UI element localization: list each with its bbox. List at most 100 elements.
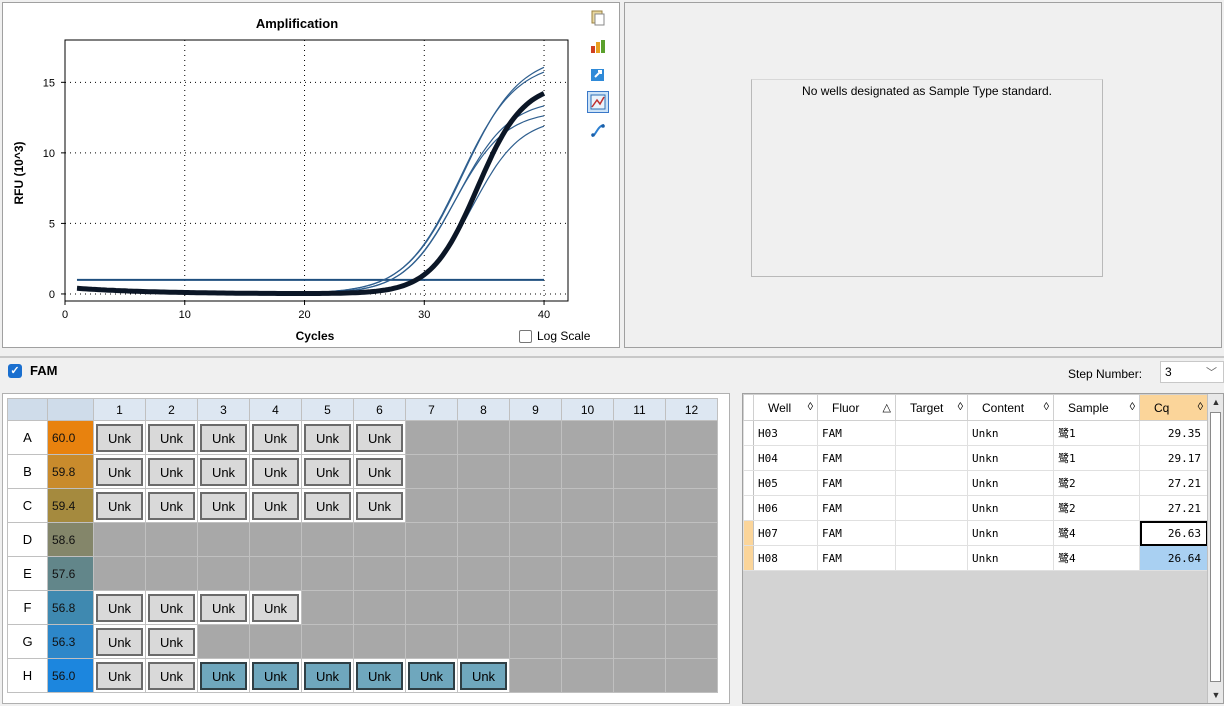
plate-well[interactable]: Unk	[93, 590, 146, 625]
plate-column-header[interactable]: 1	[93, 398, 146, 421]
plate-well[interactable]	[665, 658, 718, 693]
cell-cq[interactable]: 26.63	[1139, 520, 1208, 546]
row-selector[interactable]	[743, 420, 754, 446]
row-selector[interactable]	[743, 495, 754, 521]
plate-well[interactable]	[665, 624, 718, 659]
results-scrollbar[interactable]: ▲ ▼	[1207, 394, 1223, 703]
plate-well[interactable]	[613, 454, 666, 489]
plate-well[interactable]: Unk	[249, 420, 302, 455]
plate-corner[interactable]	[7, 398, 48, 421]
plate-well[interactable]	[457, 590, 510, 625]
plate-well[interactable]: Unk	[197, 454, 250, 489]
plate-well[interactable]: Unk	[93, 488, 146, 523]
plate-well[interactable]: Unk	[93, 624, 146, 659]
plate-column-header[interactable]: 5	[301, 398, 354, 421]
plate-well[interactable]	[509, 488, 562, 523]
cell-sample[interactable]: 鹭1	[1053, 445, 1140, 471]
plate-well[interactable]: Unk	[301, 420, 354, 455]
cell-content[interactable]: Unkn	[967, 420, 1054, 446]
plate-row-header[interactable]: D	[7, 522, 48, 557]
plate-well[interactable]: Unk	[353, 488, 406, 523]
cell-fluor[interactable]: FAM	[817, 445, 896, 471]
cell-well[interactable]: H06	[753, 495, 818, 521]
plate-well[interactable]: Unk	[93, 454, 146, 489]
plate-well[interactable]: Unk	[301, 454, 354, 489]
plate-well[interactable]: Unk	[353, 454, 406, 489]
cell-cq[interactable]: 27.21	[1139, 495, 1208, 521]
plate-column-header[interactable]: 4	[249, 398, 302, 421]
plate-well[interactable]	[145, 556, 198, 591]
step-number-select[interactable]: 3 ﹀	[1160, 361, 1224, 383]
zoom-chart-icon[interactable]	[587, 91, 609, 113]
plate-column-header[interactable]: 6	[353, 398, 406, 421]
plate-well[interactable]	[561, 658, 614, 693]
plate-column-header[interactable]: 12	[665, 398, 718, 421]
cell-well[interactable]: H03	[753, 420, 818, 446]
cell-fluor[interactable]: FAM	[817, 545, 896, 571]
plate-well[interactable]	[353, 556, 406, 591]
plate-well[interactable]	[613, 590, 666, 625]
table-row[interactable]: H04 FAM Unkn 鹭1 29.17	[743, 445, 1208, 471]
plate-row-header[interactable]: C	[7, 488, 48, 523]
cell-content[interactable]: Unkn	[967, 470, 1054, 496]
copy-icon[interactable]	[587, 7, 609, 29]
table-row[interactable]: H06 FAM Unkn 鹭2 27.21	[743, 495, 1208, 521]
cell-sample[interactable]: 鹭4	[1053, 520, 1140, 546]
plate-well[interactable]	[197, 522, 250, 557]
plate-well[interactable]: Unk	[93, 420, 146, 455]
plate-well[interactable]	[457, 556, 510, 591]
cell-sample[interactable]: 鹭2	[1053, 495, 1140, 521]
col-header-fluor[interactable]: Fluor △	[817, 394, 896, 421]
plate-well[interactable]	[509, 522, 562, 557]
cell-sample[interactable]: 鹭1	[1053, 420, 1140, 446]
plate-well[interactable]	[561, 624, 614, 659]
plate-well[interactable]: Unk	[197, 488, 250, 523]
plate-column-header[interactable]: 10	[561, 398, 614, 421]
cell-content[interactable]: Unkn	[967, 445, 1054, 471]
plate-well[interactable]: Unk	[353, 420, 406, 455]
plate-well[interactable]: Unk	[249, 488, 302, 523]
table-row[interactable]: H08 FAM Unkn 鹭4 26.64	[743, 545, 1208, 571]
plate-well[interactable]: Unk	[457, 658, 510, 693]
plate-well[interactable]	[405, 556, 458, 591]
row-selector[interactable]	[743, 470, 754, 496]
plate-well[interactable]	[561, 590, 614, 625]
export-icon[interactable]	[587, 63, 609, 85]
plate-well[interactable]	[353, 590, 406, 625]
cell-cq[interactable]: 29.17	[1139, 445, 1208, 471]
plate-row-header[interactable]: H	[7, 658, 48, 693]
plate-well[interactable]	[561, 454, 614, 489]
plate-well[interactable]: Unk	[301, 488, 354, 523]
cell-target[interactable]	[895, 420, 968, 446]
plate-well[interactable]	[457, 488, 510, 523]
amplification-curve[interactable]	[76, 66, 545, 294]
plate-well[interactable]: Unk	[197, 590, 250, 625]
plate-well[interactable]	[301, 590, 354, 625]
scroll-thumb[interactable]	[1210, 412, 1221, 682]
plate-well[interactable]: Unk	[145, 454, 198, 489]
plate-well[interactable]	[509, 658, 562, 693]
plate-row-header[interactable]: E	[7, 556, 48, 591]
plate-well[interactable]	[561, 420, 614, 455]
plate-well[interactable]	[405, 454, 458, 489]
row-selector[interactable]	[743, 520, 754, 546]
plate-well[interactable]: Unk	[249, 658, 302, 693]
plate-well[interactable]	[509, 556, 562, 591]
table-row[interactable]: H07 FAM Unkn 鹭4 26.63	[743, 520, 1208, 546]
table-row[interactable]: H03 FAM Unkn 鹭1 29.35	[743, 420, 1208, 446]
cell-fluor[interactable]: FAM	[817, 495, 896, 521]
cell-well[interactable]: H07	[753, 520, 818, 546]
plate-well[interactable]: Unk	[249, 454, 302, 489]
plate-well[interactable]	[405, 624, 458, 659]
plate-well[interactable]	[665, 420, 718, 455]
plate-well[interactable]	[665, 488, 718, 523]
plate-well[interactable]: Unk	[197, 658, 250, 693]
cell-well[interactable]: H05	[753, 470, 818, 496]
plate-well[interactable]	[457, 454, 510, 489]
plate-column-header[interactable]: 8	[457, 398, 510, 421]
plate-well[interactable]	[509, 590, 562, 625]
plate-well[interactable]	[509, 420, 562, 455]
plate-well[interactable]	[509, 454, 562, 489]
plate-well[interactable]	[197, 556, 250, 591]
plate-well[interactable]	[613, 624, 666, 659]
